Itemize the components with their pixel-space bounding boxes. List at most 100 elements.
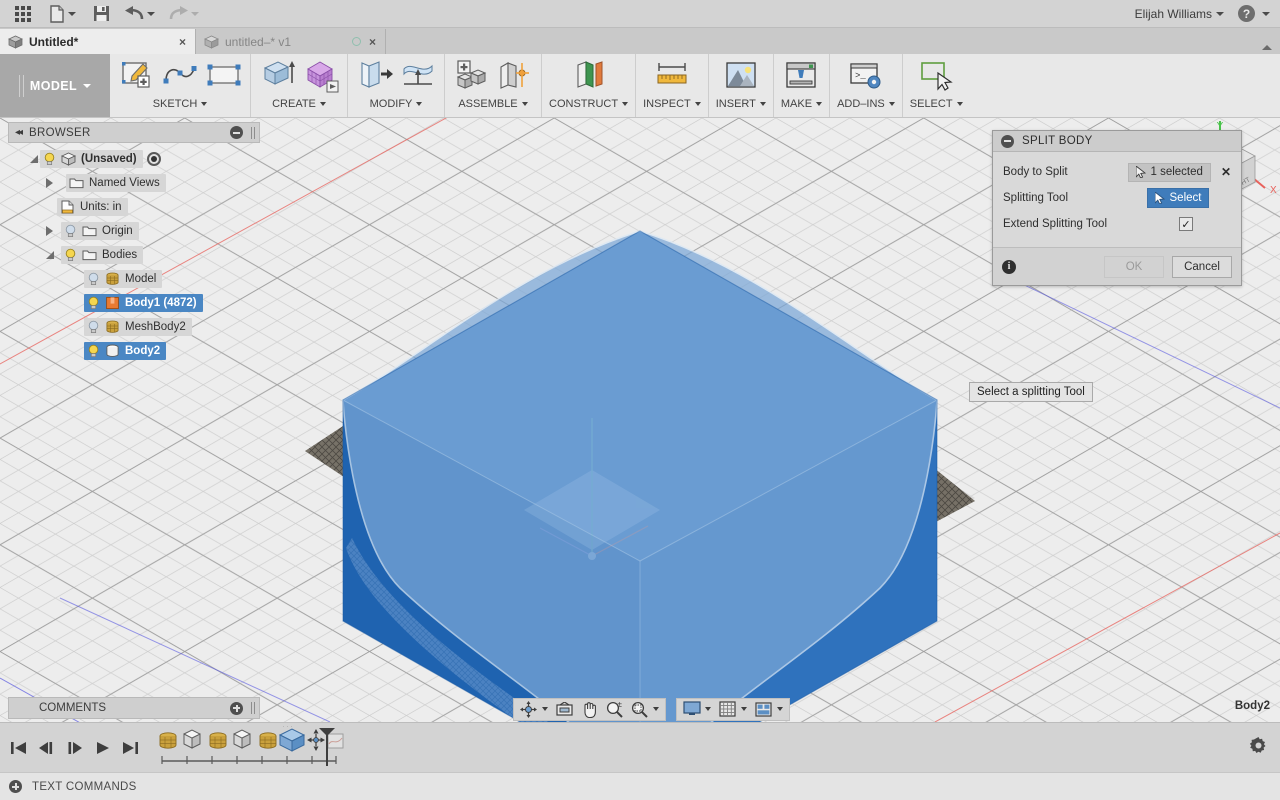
fillet-surface-icon[interactable] <box>399 57 437 95</box>
ok-button[interactable]: OK <box>1104 255 1164 278</box>
visibility-bulb-on-icon[interactable] <box>87 344 100 358</box>
chevron-down-icon[interactable] <box>1216 11 1224 16</box>
joint-icon[interactable] <box>496 57 534 95</box>
zoom-icon[interactable]: ± <box>603 699 626 719</box>
tree-row-units[interactable]: Units: in <box>8 195 260 219</box>
tree-row-content[interactable]: Origin <box>61 222 139 240</box>
visibility-bulb-off-icon[interactable] <box>87 272 100 286</box>
clear-selection-icon[interactable]: ✕ <box>1221 165 1231 179</box>
3d-print-icon[interactable] <box>782 57 820 95</box>
ribbon-group-label-sketch[interactable]: SKETCH <box>153 98 208 110</box>
tree-row-meshbody2[interactable]: MeshBody2 <box>8 315 260 339</box>
tree-row-content[interactable]: Bodies <box>61 246 144 264</box>
zoom-window-icon[interactable] <box>628 699 651 719</box>
minus-circle-icon[interactable] <box>230 126 243 139</box>
cancel-button[interactable]: Cancel <box>1172 255 1232 278</box>
visibility-bulb-on-icon[interactable] <box>64 248 77 262</box>
collapse-ribbon-icon[interactable] <box>1262 45 1272 50</box>
ribbon-group-label-modify[interactable]: MODIFY <box>370 98 423 110</box>
step-forward-icon[interactable] <box>64 737 84 759</box>
expander-closed-icon[interactable] <box>46 226 53 236</box>
body-to-split-selection[interactable]: 1 selected <box>1127 162 1211 182</box>
tree-row-content[interactable]: Body1 (4872) <box>84 294 203 312</box>
display-settings-icon[interactable] <box>680 699 703 719</box>
mesh-create-icon[interactable] <box>302 57 340 95</box>
plus-circle-icon[interactable] <box>9 780 22 793</box>
viewports-icon[interactable] <box>752 699 775 719</box>
expander-open-icon[interactable] <box>46 251 54 259</box>
create-sketch-icon[interactable] <box>117 57 155 95</box>
ribbon-group-label-inspect[interactable]: INSPECT <box>643 98 701 110</box>
extend-splitting-tool-checkbox[interactable]: ✓ <box>1179 217 1193 231</box>
tree-row-content[interactable]: Named Views <box>66 174 166 192</box>
visibility-bulb-off-icon[interactable] <box>87 320 100 334</box>
ribbon-group-label-addins[interactable]: ADD–INS <box>837 98 895 110</box>
vertical-grip-icon[interactable] <box>251 126 255 139</box>
measure-icon[interactable] <box>653 57 691 95</box>
help-icon[interactable]: ? <box>1238 5 1255 22</box>
chevron-down-icon[interactable] <box>542 707 548 711</box>
select-window-icon[interactable] <box>917 57 955 95</box>
timeline-track[interactable] <box>154 721 344 770</box>
info-icon[interactable]: i <box>1002 259 1016 274</box>
ribbon-group-label-insert[interactable]: INSERT <box>716 98 766 110</box>
gear-icon[interactable] <box>1249 736 1268 760</box>
ribbon-group-label-select[interactable]: SELECT <box>910 98 963 110</box>
pan-hand-icon[interactable] <box>578 699 601 719</box>
visibility-bulb-on-icon[interactable] <box>87 296 100 310</box>
tree-row-named-views[interactable]: Named Views <box>8 171 260 195</box>
tree-row-bodies[interactable]: Bodies <box>8 243 260 267</box>
vertical-grip-icon[interactable] <box>251 702 255 714</box>
tab-untitled-v1[interactable]: untitled–* v1 × <box>196 29 386 54</box>
tree-row-model[interactable]: Model <box>8 267 260 291</box>
orbit-icon[interactable] <box>517 699 540 719</box>
tree-row-content[interactable]: Body2 <box>84 342 167 360</box>
insert-image-icon[interactable] <box>722 57 760 95</box>
apps-grid-button[interactable] <box>6 1 40 27</box>
tree-row-origin[interactable]: Origin <box>8 219 260 243</box>
account-name[interactable]: Elijah Williams <box>1135 7 1212 21</box>
tree-row-body2[interactable]: Body2 <box>8 339 260 363</box>
close-icon[interactable]: × <box>367 35 378 49</box>
split-body-dialog[interactable]: SPLIT BODY Body to Split 1 selected ✕ Sp… <box>992 130 1242 286</box>
offset-plane-icon[interactable] <box>570 57 608 95</box>
new-document-button[interactable] <box>40 1 84 27</box>
plus-circle-icon[interactable] <box>230 701 243 715</box>
press-pull-icon[interactable] <box>355 57 393 95</box>
chevron-down-icon[interactable] <box>1262 11 1270 16</box>
ribbon-group-label-construct[interactable]: CONSTRUCT <box>549 98 629 110</box>
step-back-icon[interactable] <box>36 737 56 759</box>
tree-row-unsaved[interactable]: (Unsaved) <box>8 147 260 171</box>
visibility-bulb-on-icon[interactable] <box>43 152 56 166</box>
redo-button[interactable] <box>162 1 206 27</box>
chevron-down-icon[interactable] <box>653 707 659 711</box>
tree-row-body1[interactable]: Body1 (4872) <box>8 291 260 315</box>
chevron-down-icon[interactable] <box>741 707 747 711</box>
activate-radio-icon[interactable] <box>146 152 161 166</box>
visibility-bulb-off-icon[interactable] <box>64 224 77 238</box>
tree-row-content[interactable]: (Unsaved) <box>40 150 143 168</box>
new-component-icon[interactable] <box>452 57 490 95</box>
jump-end-icon[interactable] <box>120 737 140 759</box>
save-button[interactable] <box>84 1 118 27</box>
scripts-addins-icon[interactable]: >_ <box>847 57 885 95</box>
workspace-switcher[interactable]: MODEL <box>0 54 110 117</box>
look-at-icon[interactable] <box>553 699 576 719</box>
undo-button[interactable] <box>118 1 162 27</box>
double-left-arrow-icon[interactable]: ◂◂ <box>15 127 23 138</box>
text-commands-bar[interactable]: TEXT COMMANDS <box>0 772 1280 800</box>
chevron-down-icon[interactable] <box>777 707 783 711</box>
tree-row-content[interactable]: MeshBody2 <box>84 318 192 336</box>
tab-untitled[interactable]: Untitled* × <box>0 29 196 54</box>
minus-circle-icon[interactable] <box>1001 134 1014 148</box>
ribbon-group-label-make[interactable]: MAKE <box>781 98 823 110</box>
expander-open-icon[interactable] <box>30 155 38 163</box>
ribbon-group-label-assemble[interactable]: ASSEMBLE <box>458 98 528 110</box>
spline-icon[interactable] <box>161 57 199 95</box>
tree-row-content[interactable]: Units: in <box>57 198 128 216</box>
expander-closed-icon[interactable] <box>46 178 53 188</box>
chevron-down-icon[interactable] <box>705 707 711 711</box>
extrude-icon[interactable] <box>258 57 296 95</box>
rectangle-icon[interactable] <box>205 57 243 95</box>
play-icon[interactable] <box>92 737 112 759</box>
